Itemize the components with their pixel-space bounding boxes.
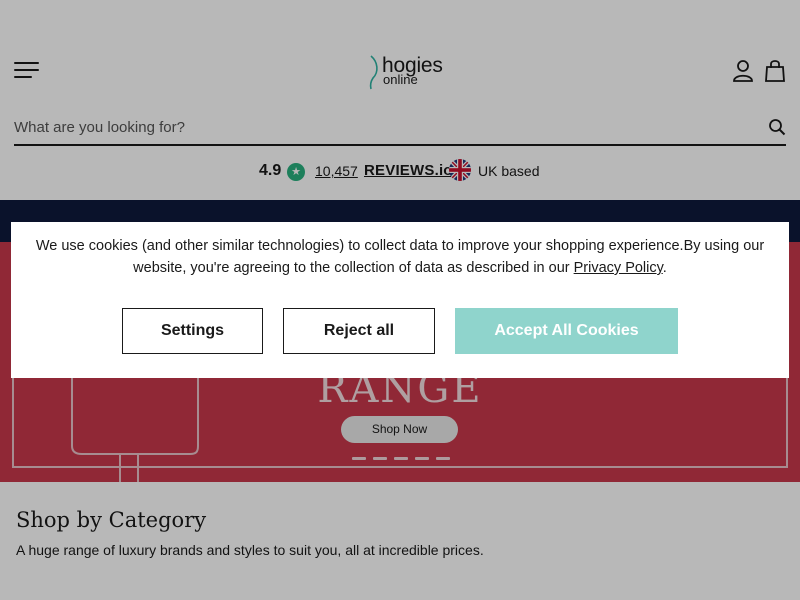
cookie-settings-button[interactable]: Settings [122,308,263,354]
cookie-consent-modal: We use cookies (and other similar techno… [11,222,789,378]
reject-all-button[interactable]: Reject all [283,308,435,354]
cookie-message: We use cookies (and other similar techno… [21,235,779,279]
privacy-policy-link[interactable]: Privacy Policy [574,260,663,276]
cookie-message-end: . [662,260,667,276]
accept-all-cookies-button[interactable]: Accept All Cookies [455,308,678,354]
